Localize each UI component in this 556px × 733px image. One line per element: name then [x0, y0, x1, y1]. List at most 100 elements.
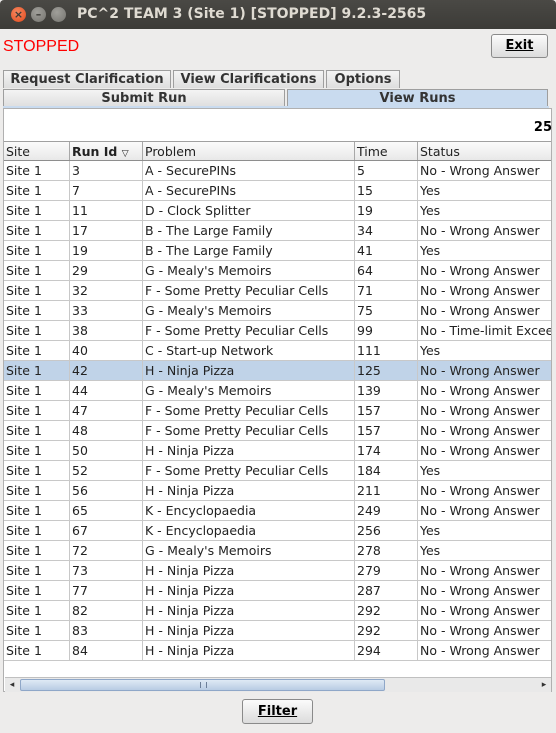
table-row[interactable]: Site 1 17 B - The Large Family 34 No - Wrong…	[4, 221, 551, 241]
cell-site: Site 1	[4, 541, 70, 560]
cell-problem: H - Ninja Pizza	[143, 621, 355, 640]
cell-site: Site 1	[4, 361, 70, 380]
cell-site: Site 1	[4, 261, 70, 280]
runs-table: Site Run Id ▽ Problem Time Status Site 1…	[4, 141, 551, 677]
cell-status: No - Wrong Answer	[420, 483, 540, 498]
cell-status: Yes	[420, 523, 441, 538]
cell-status: No - Wrong Answer	[420, 363, 540, 378]
column-header-run-id[interactable]: Run Id ▽	[70, 142, 143, 160]
cell-site: Site 1	[4, 161, 70, 180]
table-row[interactable]: Site 13A - SecurePINs 5 No - Wrong Answer	[4, 161, 551, 181]
cell-time: 99	[355, 321, 418, 340]
cell-site: Site 1	[4, 501, 70, 520]
table-row[interactable]: Site 1 38 F - Some Pretty Peculiar Cells 99…	[4, 321, 551, 341]
cell-problem: B - The Large Family	[143, 241, 355, 260]
cell-time: 34	[355, 221, 418, 240]
table-row[interactable]: Site 1 47 F - Some Pretty Peculiar Cells 15…	[4, 401, 551, 421]
column-header-problem[interactable]: Problem	[143, 142, 355, 160]
column-header-site[interactable]: Site	[4, 142, 70, 160]
cell-problem: F - Some Pretty Peculiar Cells	[143, 401, 355, 420]
cell-status: No - Wrong Answer	[420, 623, 540, 638]
tab-view-clarifications[interactable]: View Clarifications	[173, 70, 324, 88]
table-row[interactable]: Site 1 56 H - Ninja Pizza 211 No - Wrong Ans…	[4, 481, 551, 501]
cell-time: 125	[355, 361, 418, 380]
run-count-label: 25	[533, 120, 552, 135]
cell-site: Site 1	[4, 581, 70, 600]
column-header-status[interactable]: Status	[418, 142, 551, 160]
cell-time: 184	[355, 461, 418, 480]
cell-problem: H - Ninja Pizza	[143, 481, 355, 500]
cell-time: 64	[355, 261, 418, 280]
table-row[interactable]: Site 1 84 H - Ninja Pizza 294 No - Wrong Ans…	[4, 641, 551, 661]
table-row[interactable]: Site 17A - SecurePINs 15 Yes	[4, 181, 551, 201]
table-body: Site 13A - SecurePINs 5 No - Wrong Answer S…	[4, 161, 551, 661]
cell-problem: G - Mealy's Memoirs	[143, 541, 355, 560]
table-row[interactable]: Site 1 72 G - Mealy's Memoirs 278 Yes	[4, 541, 551, 561]
cell-status: No - Wrong Answer	[420, 383, 540, 398]
cell-run-id: 33	[70, 301, 143, 320]
cell-problem: B - The Large Family	[143, 221, 355, 240]
cell-status: Yes	[420, 183, 441, 198]
cell-status: No - Wrong Answer	[420, 443, 540, 458]
table-row[interactable]: Site 1 67 K - Encyclopaedia 256 Yes	[4, 521, 551, 541]
app-window: × – PC^2 TEAM 3 (Site 1) [STOPPED] 9.2.3…	[0, 0, 556, 733]
table-row[interactable]: Site 1 48 F - Some Pretty Peculiar Cells 15…	[4, 421, 551, 441]
cell-time: 139	[355, 381, 418, 400]
tab-options[interactable]: Options	[326, 70, 400, 88]
cell-time: 279	[355, 561, 418, 580]
table-row[interactable]: Site 1 42 H - Ninja Pizza 125 No - Wrong Ans…	[4, 361, 551, 381]
table-row[interactable]: Site 1 65 K - Encyclopaedia 249 No - Wrong A…	[4, 501, 551, 521]
cell-problem: F - Some Pretty Peculiar Cells	[143, 281, 355, 300]
table-row[interactable]: Site 1 77 H - Ninja Pizza 287 No - Wrong Ans…	[4, 581, 551, 601]
table-row[interactable]: Site 1 29 G - Mealy's Memoirs 64 No - Wrong …	[4, 261, 551, 281]
table-row[interactable]: Site 1 50 H - Ninja Pizza 174 No - Wrong Ans…	[4, 441, 551, 461]
cell-time: 19	[355, 201, 418, 220]
cell-time: 41	[355, 241, 418, 260]
tab-request-clarification[interactable]: Request Clarification	[3, 70, 171, 88]
table-row[interactable]: Site 1 82 H - Ninja Pizza 292 No - Wrong Ans…	[4, 601, 551, 621]
tab-view-runs[interactable]: View Runs	[287, 89, 548, 107]
table-row[interactable]: Site 1 32 F - Some Pretty Peculiar Cells 71…	[4, 281, 551, 301]
table-row[interactable]: Site 1 44 G - Mealy's Memoirs 139 No - Wrong…	[4, 381, 551, 401]
cell-site: Site 1	[4, 461, 70, 480]
cell-time: 292	[355, 621, 418, 640]
cell-time: 211	[355, 481, 418, 500]
scrollbar-thumb[interactable]	[20, 679, 385, 691]
column-header-time[interactable]: Time	[355, 142, 418, 160]
cell-status: No - Wrong Answer	[420, 583, 540, 598]
table-row[interactable]: Site 1 83 H - Ninja Pizza 292 No - Wrong Ans…	[4, 621, 551, 641]
cell-status: No - Wrong Answer	[420, 403, 540, 418]
maximize-window-icon[interactable]	[51, 7, 66, 22]
cell-run-id: 17	[70, 221, 143, 240]
table-row[interactable]: Site 1 52 F - Some Pretty Peculiar Cells 18…	[4, 461, 551, 481]
table-row[interactable]: Site 1 40 C - Start-up Network 111 Yes	[4, 341, 551, 361]
table-row[interactable]: Site 1 33 G - Mealy's Memoirs 75 No - Wrong …	[4, 301, 551, 321]
table-row[interactable]: Site 1 19 B - The Large Family 41 Yes	[4, 241, 551, 261]
cell-problem: H - Ninja Pizza	[143, 581, 355, 600]
cell-problem: F - Some Pretty Peculiar Cells	[143, 421, 355, 440]
sort-descending-icon: ▽	[121, 149, 129, 159]
scroll-right-icon[interactable]: ▸	[538, 679, 550, 691]
minimize-window-icon[interactable]: –	[31, 7, 46, 22]
cell-status: No - Time-limit Exceed	[420, 323, 551, 338]
horizontal-scrollbar[interactable]: ◂ ▸	[5, 677, 551, 692]
contest-status-label: STOPPED	[3, 38, 80, 55]
close-window-icon[interactable]: ×	[11, 7, 26, 22]
cell-time: 174	[355, 441, 418, 460]
cell-problem: H - Ninja Pizza	[143, 561, 355, 580]
table-row[interactable]: Site 1 11 D - Clock Splitter 19 Yes	[4, 201, 551, 221]
filter-button[interactable]: Filter	[242, 699, 313, 724]
exit-button[interactable]: Exit	[491, 34, 548, 58]
cell-problem: G - Mealy's Memoirs	[143, 381, 355, 400]
scroll-left-icon[interactable]: ◂	[6, 679, 18, 691]
cell-run-id: 82	[70, 601, 143, 620]
cell-status: Yes	[420, 243, 441, 258]
cell-run-id: 73	[70, 561, 143, 580]
table-header: Site Run Id ▽ Problem Time Status	[4, 142, 551, 161]
cell-site: Site 1	[4, 401, 70, 420]
cell-status: No - Wrong Answer	[420, 563, 540, 578]
cell-problem: A - SecurePINs	[143, 181, 355, 200]
cell-site: Site 1	[4, 341, 70, 360]
table-row[interactable]: Site 1 73 H - Ninja Pizza 279 No - Wrong Ans…	[4, 561, 551, 581]
tab-submit-run[interactable]: Submit Run	[3, 89, 285, 107]
